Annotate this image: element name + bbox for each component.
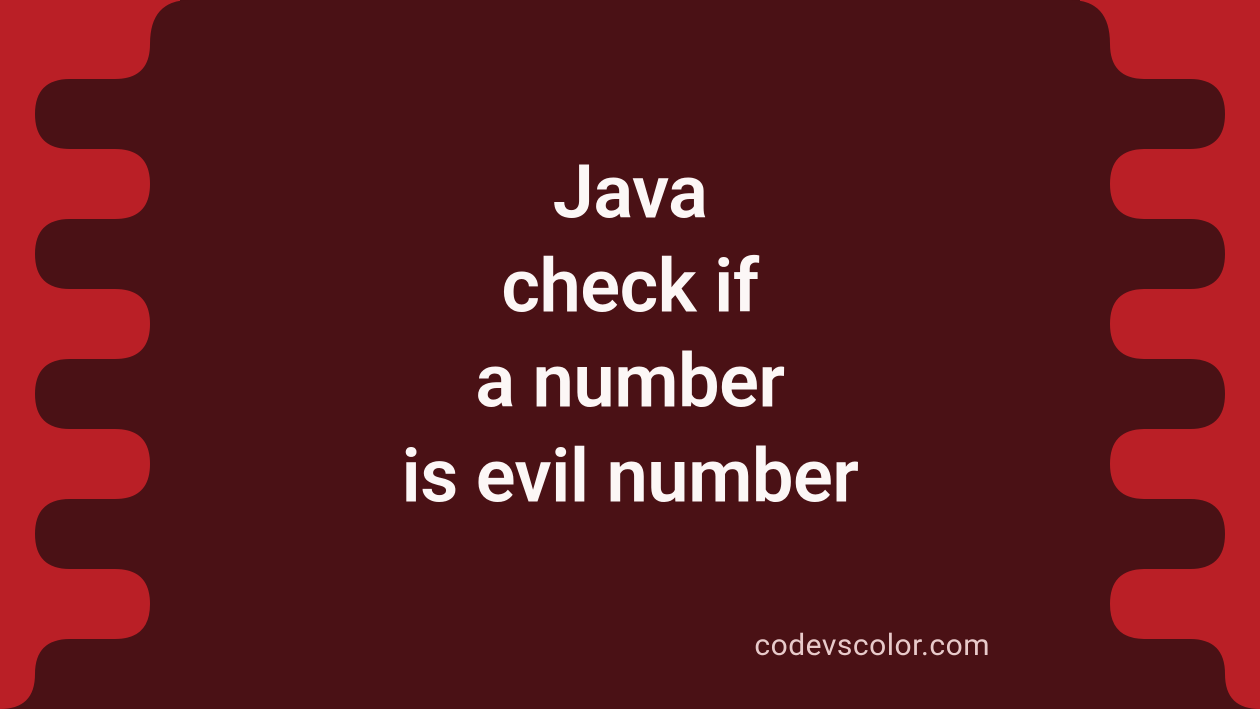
- title-line-2: check if: [501, 244, 758, 331]
- banner-title: Java check if a number is evil number: [0, 146, 1260, 525]
- title-line-1: Java: [553, 149, 708, 236]
- title-line-3: a number: [475, 339, 784, 426]
- title-line-4: is evil number: [402, 433, 859, 520]
- footer-attribution: codevscolor.com: [754, 628, 990, 663]
